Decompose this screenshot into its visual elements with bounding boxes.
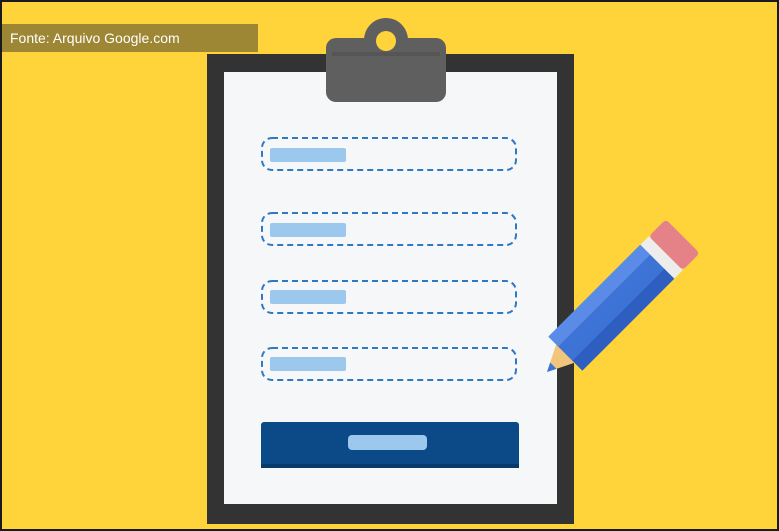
field-placeholder-bar [270, 357, 346, 371]
illustration-frame: Fonte: Arquivo Google.com [0, 0, 779, 531]
submit-button [261, 422, 519, 468]
submit-button-label-bar [348, 435, 427, 450]
field-placeholder-bar [270, 223, 346, 237]
field-placeholder-bar [270, 290, 346, 304]
image-source-caption: Fonte: Arquivo Google.com [2, 24, 258, 52]
form-illustration [2, 2, 777, 529]
field-placeholder-bar [270, 148, 346, 162]
